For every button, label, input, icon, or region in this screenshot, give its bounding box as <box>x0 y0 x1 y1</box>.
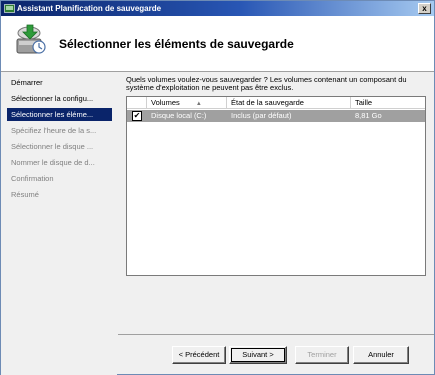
step-name-disk: Nommer le disque de d... <box>11 158 95 167</box>
footer-divider <box>118 334 434 335</box>
volume-name-cell: Disque local (C:) <box>151 111 207 120</box>
column-backup-state[interactable]: État de la sauvegarde <box>227 97 351 109</box>
column-size[interactable]: Taille <box>351 97 425 109</box>
next-button[interactable]: Suivant > <box>229 346 287 364</box>
previous-button[interactable]: < Précédent <box>172 346 226 364</box>
close-button[interactable]: x <box>418 3 431 14</box>
column-check <box>127 97 147 109</box>
sort-ascending-icon: ▲ <box>195 101 202 107</box>
step-select-items[interactable]: Sélectionner les éléme... <box>7 108 112 121</box>
finish-button: Terminer <box>295 346 349 364</box>
step-confirmation: Confirmation <box>11 174 54 183</box>
step-select-disk: Sélectionner le disque ... <box>11 142 94 151</box>
checkmark-icon: ✔ <box>133 111 141 120</box>
column-volumes[interactable]: Volumes ▲ <box>147 97 227 109</box>
backup-state-cell: Inclus (par défaut) <box>231 111 292 120</box>
title-bar[interactable]: Assistant Planification de sauvegarde x <box>1 1 434 16</box>
volume-checkbox[interactable]: ✔ <box>132 111 142 121</box>
step-select-config[interactable]: Sélectionner la configu... <box>7 92 112 105</box>
page-title: Sélectionner les éléments de sauvegarde <box>59 37 294 51</box>
column-volumes-label: Volumes <box>151 98 180 107</box>
wizard-header: Sélectionner les éléments de sauvegarde <box>1 16 434 72</box>
wizard-window: Assistant Planification de sauvegarde x … <box>0 0 435 375</box>
backup-wizard-icon <box>16 24 46 54</box>
cancel-button[interactable]: Annuler <box>353 346 409 364</box>
wizard-steps-nav: Démarrer Sélectionner la configu... Séle… <box>1 73 117 375</box>
main-content: Quels volumes voulez-vous sauvegarder ? … <box>118 73 434 335</box>
window-title: Assistant Planification de sauvegarde <box>17 4 162 13</box>
close-icon: x <box>422 4 427 13</box>
step-demarrer[interactable]: Démarrer <box>7 76 112 89</box>
table-row[interactable]: ✔ Disque local (C:) Inclus (par défaut) … <box>127 110 425 122</box>
volumes-question: Quels volumes voulez-vous sauvegarder ? … <box>126 75 407 92</box>
step-specify-time: Spécifiez l'heure de la s... <box>11 126 97 135</box>
backup-app-icon <box>4 4 15 13</box>
step-summary: Résumé <box>11 190 39 199</box>
list-header: Volumes ▲ État de la sauvegarde Taille <box>127 97 425 109</box>
size-cell: 8,81 Go <box>355 111 382 120</box>
volumes-list[interactable]: Volumes ▲ État de la sauvegarde Taille ✔… <box>126 96 426 276</box>
